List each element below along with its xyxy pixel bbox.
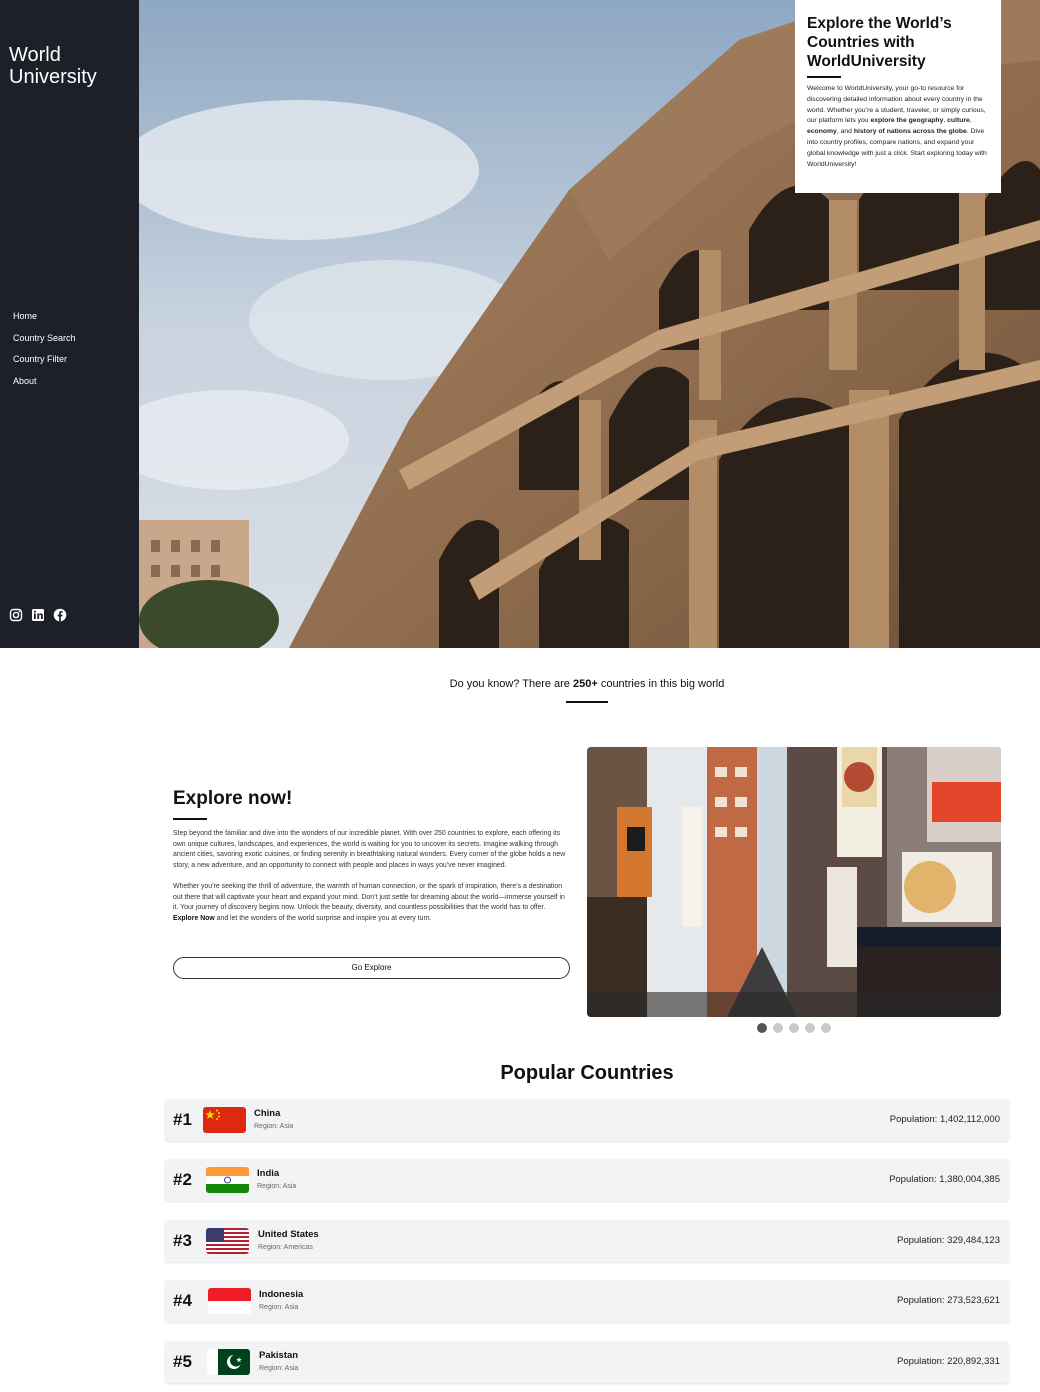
intro-sep-3: , and: [836, 128, 854, 136]
intro-card: Explore the World’s Countries with World…: [795, 0, 1001, 193]
sidebar-nav: Home Country Search Country Filter About: [13, 310, 76, 396]
explore-divider: [173, 818, 207, 820]
country-region: Region: Asia: [257, 1183, 297, 1191]
country-row-china[interactable]: #1 China Region: Asia Population: 1,402,…: [165, 1099, 1009, 1141]
country-rank: #1: [173, 1110, 192, 1129]
explore-paragraph-1: Step beyond the familiar and dive into t…: [173, 830, 566, 869]
intro-bold-economy: economy: [807, 128, 837, 136]
country-rank: #5: [173, 1351, 192, 1371]
explore-title: Explore now!: [173, 788, 293, 809]
carousel-image-tokyo-street[interactable]: [587, 747, 1001, 1017]
linkedin-icon[interactable]: [31, 608, 45, 622]
popular-countries-list: #1 China Region: Asia Population: 1,402,…: [165, 1099, 1009, 1392]
nav-item-about[interactable]: About: [13, 375, 76, 397]
country-population: Population: 220,892,331: [896, 1355, 1000, 1367]
country-name: United States: [258, 1228, 319, 1240]
country-population: Population: 1,380,004,385: [889, 1174, 1000, 1186]
country-row-pakistan[interactable]: #5 Pakistan Region: Asia Population: 220…: [165, 1340, 1009, 1383]
fact-divider: [566, 701, 608, 703]
sidebar: World University Home Country Search Cou…: [0, 0, 139, 648]
explore-now-bold: Explore Now: [173, 914, 215, 922]
fact-count: 250+: [572, 678, 598, 690]
country-row-united-states[interactable]: #3 United States Region: Americas Popula…: [165, 1219, 1009, 1262]
country-row-india[interactable]: #2 India Region: Asia Population: 1,380,…: [165, 1159, 1009, 1202]
intro-bold-geography: explore the geography: [870, 117, 944, 125]
intro-title: Explore the World’s Countries with World…: [807, 15, 952, 70]
social-links: [9, 608, 67, 622]
brand-line-1: World: [9, 44, 61, 66]
brand-line-2: University: [9, 66, 97, 88]
country-name: China: [254, 1108, 281, 1119]
carousel-dot-5[interactable]: [821, 1023, 831, 1033]
indonesia-flag-icon: [208, 1288, 251, 1315]
nav-item-country-search[interactable]: Country Search: [13, 332, 76, 354]
country-rank: #4: [173, 1291, 192, 1311]
usa-flag-icon: [206, 1227, 249, 1254]
fact-suffix: countries in this big world: [597, 678, 725, 690]
country-population: Population: 1,402,112,000: [889, 1114, 1000, 1125]
popular-countries-title: Popular Countries: [500, 1062, 674, 1084]
explore-paragraph-2: Whether you’re seeking the thrill of adv…: [173, 882, 569, 924]
country-name: Indonesia: [259, 1289, 304, 1301]
china-flag-icon: [203, 1107, 246, 1133]
fact-banner: Do you know? There are 250+ countries in…: [139, 678, 1035, 690]
country-name: Pakistan: [259, 1349, 299, 1361]
brand-logo[interactable]: World University: [9, 44, 134, 88]
instagram-icon[interactable]: [9, 608, 23, 622]
india-flag-icon: [206, 1167, 249, 1194]
country-region: Region: Americas: [258, 1243, 313, 1251]
explore-paragraph-2-end: and let the wonders of the world surpris…: [214, 914, 432, 922]
country-region: Region: Asia: [254, 1123, 294, 1130]
country-row-indonesia[interactable]: #4 Indonesia Region: Asia Population: 27…: [165, 1280, 1009, 1323]
pakistan-flag-icon: [207, 1348, 250, 1375]
carousel-indicators: [757, 1023, 831, 1033]
intro-body: Welcome to WorldUniversity, your go-to r…: [807, 84, 989, 170]
carousel-dot-2[interactable]: [773, 1023, 783, 1033]
intro-bold-culture: culture: [947, 117, 970, 125]
explore-paragraph-2-text: Whether you’re seeking the thrill of adv…: [173, 882, 565, 912]
country-region: Region: Asia: [259, 1304, 299, 1312]
nav-item-country-filter[interactable]: Country Filter: [13, 353, 76, 375]
explore-description: Step beyond the familiar and dive into t…: [173, 829, 569, 935]
facebook-icon[interactable]: [53, 608, 67, 622]
country-rank: #2: [173, 1170, 192, 1190]
carousel-dot-4[interactable]: [805, 1023, 815, 1033]
intro-sep-2: ,: [969, 117, 972, 125]
fact-prefix: Do you know? There are: [449, 678, 573, 690]
hero-section: World University Home Country Search Cou…: [0, 0, 1040, 648]
country-population: Population: 329,484,123: [896, 1234, 1000, 1246]
intro-divider: [807, 76, 841, 78]
country-population: Population: 273,523,621: [896, 1295, 1000, 1307]
carousel-dot-1[interactable]: [757, 1023, 767, 1033]
go-explore-button[interactable]: Go Explore: [173, 957, 570, 979]
country-rank: #3: [173, 1230, 192, 1250]
country-name: India: [257, 1168, 280, 1180]
carousel-dot-3[interactable]: [789, 1023, 799, 1033]
country-region: Region: Asia: [259, 1364, 299, 1372]
intro-bold-history: history of nations across the globe: [853, 128, 967, 136]
nav-item-home[interactable]: Home: [13, 310, 76, 332]
